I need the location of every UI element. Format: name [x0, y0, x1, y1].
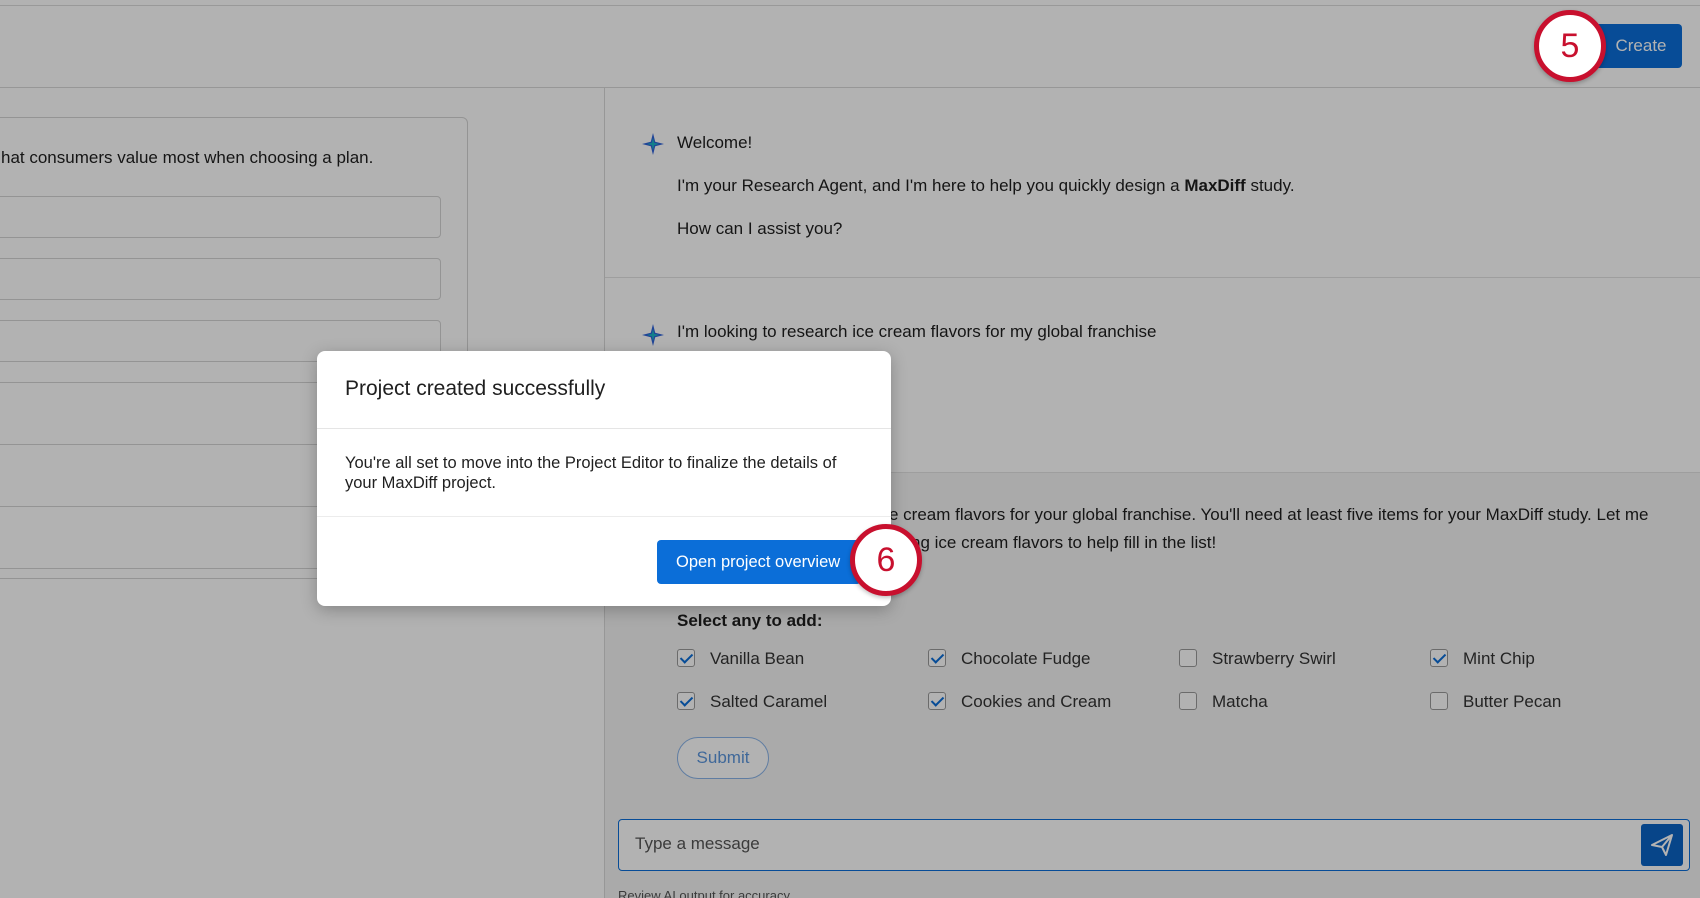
dialog-body: You're all set to move into the Project …	[345, 454, 837, 492]
dialog-divider	[317, 516, 891, 517]
dialog-title: Project created successfully	[345, 377, 606, 400]
step-badge-5: 5	[1534, 10, 1606, 82]
dialog-divider	[317, 428, 891, 429]
project-created-dialog: Project created successfully You're all …	[317, 351, 891, 606]
step-badge-6: 6	[850, 524, 922, 596]
open-project-overview-button[interactable]: Open project overview	[657, 540, 861, 584]
